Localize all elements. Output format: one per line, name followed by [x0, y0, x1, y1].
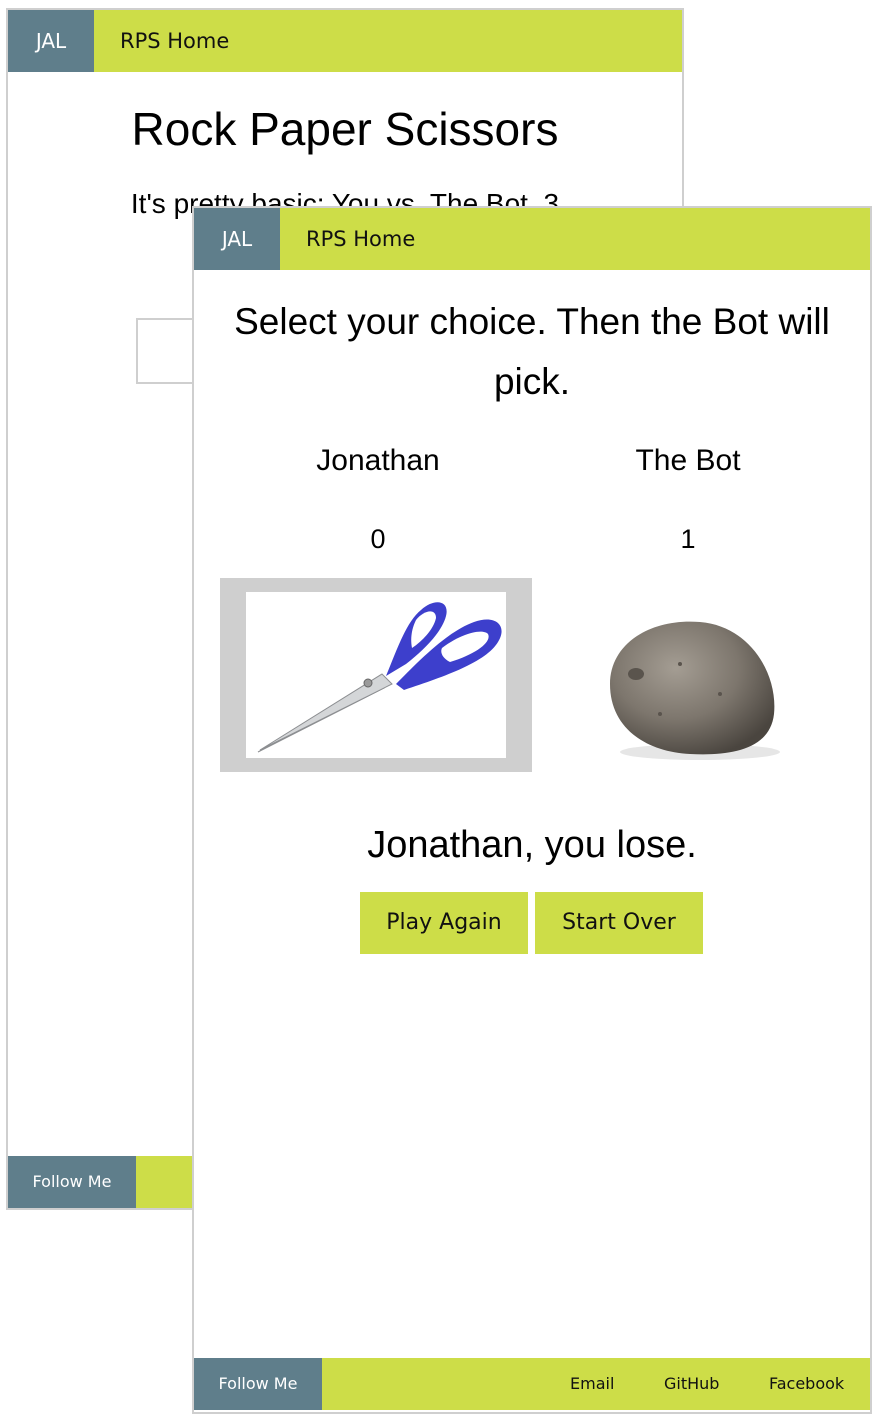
player-score: 0: [370, 524, 386, 554]
footer-link-email[interactable]: Email: [570, 1358, 614, 1410]
rock-icon: [590, 604, 790, 764]
player-name: Jonathan: [316, 444, 440, 477]
play-again-button[interactable]: Play Again: [360, 892, 528, 954]
top-nav: JAL RPS Home: [8, 10, 682, 72]
top-nav: JAL RPS Home: [194, 208, 870, 270]
start-over-button[interactable]: Start Over: [535, 892, 703, 954]
player-choice-card[interactable]: [220, 578, 532, 772]
bot-name: The Bot: [635, 444, 741, 477]
page-title: Rock Paper Scissors: [131, 103, 559, 155]
brand-logo[interactable]: JAL: [194, 208, 280, 270]
footer-link-facebook[interactable]: Facebook: [769, 1358, 844, 1410]
nav-link-rps-home[interactable]: RPS Home: [120, 10, 229, 72]
bot-score: 1: [680, 524, 696, 554]
game-result: Jonathan, you lose.: [367, 824, 697, 866]
game-page: JAL RPS Home Select your choice. Then th…: [192, 206, 872, 1414]
follow-me-label: Follow Me: [8, 1156, 136, 1208]
nav-link-rps-home[interactable]: RPS Home: [306, 208, 415, 270]
scissors-icon: [246, 592, 506, 758]
follow-me-label: Follow Me: [194, 1358, 322, 1410]
brand-logo[interactable]: JAL: [8, 10, 94, 72]
footer: Follow Me Email GitHub Facebook: [194, 1358, 870, 1410]
footer-link-github[interactable]: GitHub: [664, 1358, 719, 1410]
game-prompt: Select your choice. Then the Bot will pi…: [234, 301, 830, 402]
